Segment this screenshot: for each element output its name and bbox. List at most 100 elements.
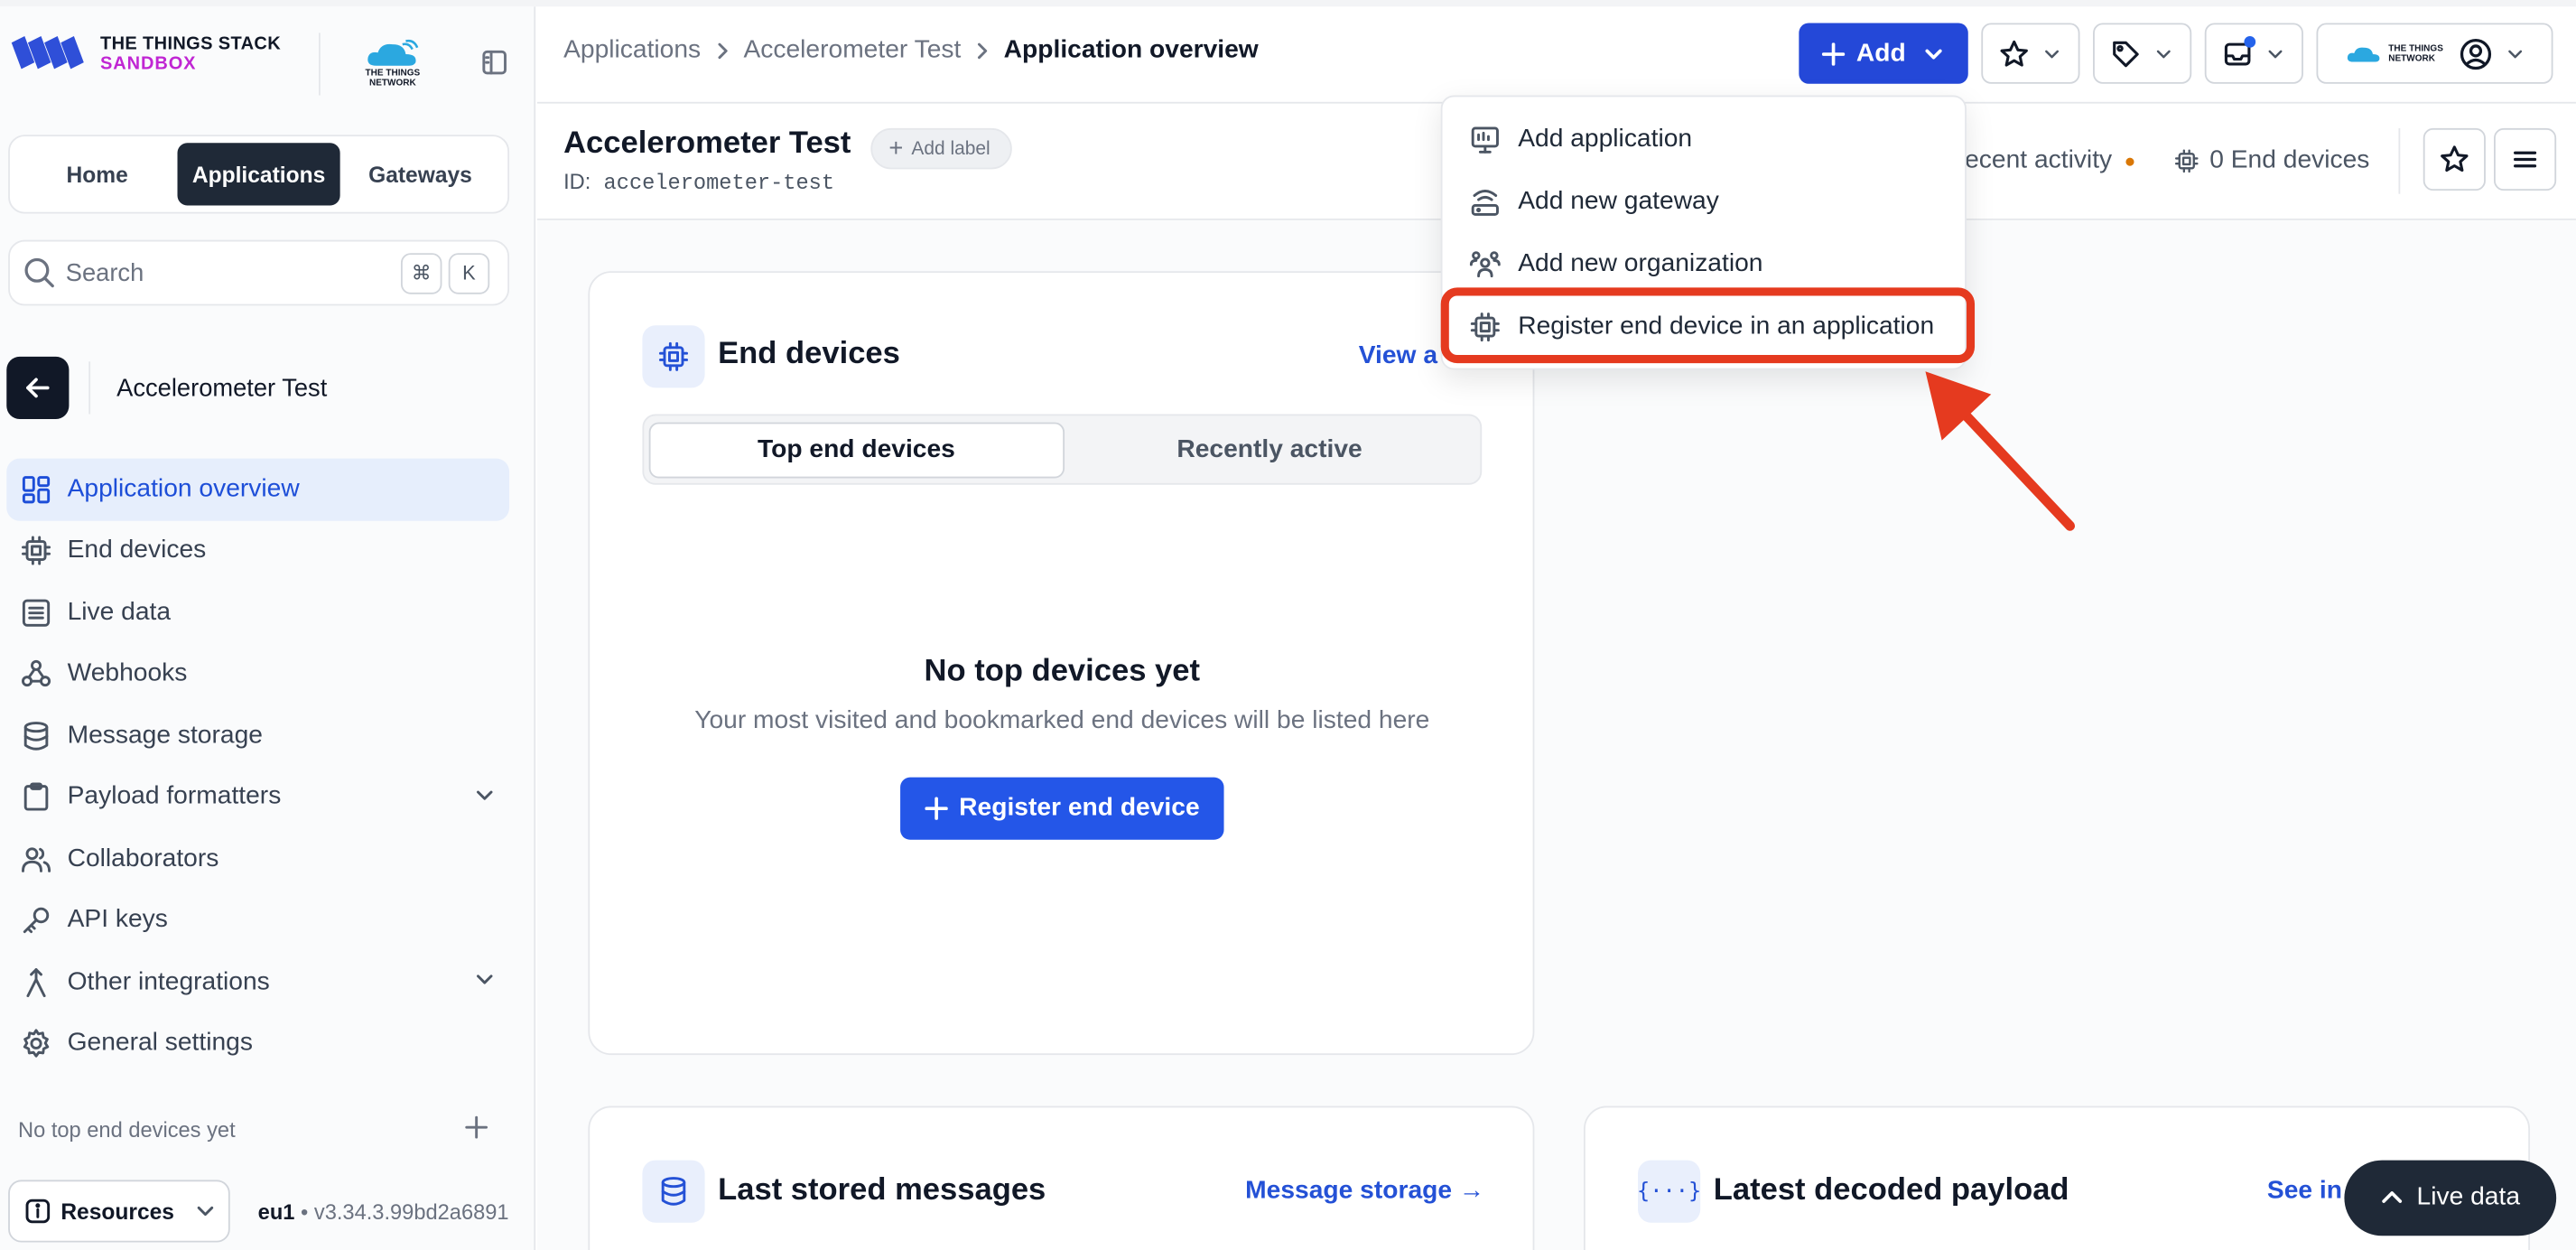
sidebar-collapse-button[interactable] bbox=[481, 50, 507, 76]
more-options-button[interactable] bbox=[2494, 127, 2557, 191]
star-icon bbox=[2000, 39, 2028, 66]
add-menu-button[interactable]: Add bbox=[1799, 23, 1968, 84]
sidebar-item-application-overview[interactable]: Application overview bbox=[6, 458, 510, 520]
tts-logo-icon bbox=[11, 36, 84, 70]
plus-icon: + bbox=[888, 135, 904, 163]
sidebar-item-label: Payload formatters bbox=[67, 782, 282, 811]
chevron-down-icon bbox=[2156, 49, 2171, 58]
tab-top-end-devices[interactable]: Top end devices bbox=[648, 421, 1065, 478]
menu-item-add-gateway[interactable]: Add new gateway bbox=[1469, 178, 1719, 228]
breadcrumb-applications[interactable]: Applications bbox=[563, 36, 701, 66]
sidebar-item-general-settings[interactable]: General settings bbox=[6, 1013, 509, 1075]
activity-status-dot bbox=[2125, 156, 2134, 165]
shortcut-k-key: K bbox=[448, 252, 490, 294]
chevron-down-icon bbox=[2268, 49, 2283, 58]
application-id: ID: accelerometer-test bbox=[563, 169, 834, 195]
ttn-mini-line1: THE THINGS bbox=[2388, 43, 2443, 54]
menu-item-add-application[interactable]: Add application bbox=[1469, 115, 1692, 164]
chevron-down-icon bbox=[477, 975, 493, 984]
sidebar-item-payload-formatters[interactable]: Payload formatters bbox=[6, 767, 509, 828]
menu-item-add-organization[interactable]: Add new organization bbox=[1469, 240, 1763, 290]
chevron-down-icon bbox=[477, 789, 493, 799]
application-menu: Application overview End devices Live da… bbox=[6, 458, 510, 1075]
live-data-toggle-button[interactable]: Live data bbox=[2344, 1160, 2557, 1236]
nav-tab-gateways[interactable]: Gateways bbox=[339, 143, 501, 205]
star-icon bbox=[2441, 145, 2469, 173]
brand-edition: SANDBOX bbox=[99, 54, 197, 74]
nav-tab-home[interactable]: Home bbox=[16, 143, 178, 205]
sidebar-item-label: End devices bbox=[67, 536, 207, 564]
sidebar-item-webhooks[interactable]: Webhooks bbox=[6, 643, 509, 704]
view-all-devices-link[interactable]: View a bbox=[1359, 341, 1437, 371]
nav-tab-applications[interactable]: Applications bbox=[178, 143, 340, 206]
chevron-down-icon bbox=[1925, 48, 1942, 59]
monitor-icon bbox=[1471, 126, 1499, 154]
ttn-mini-line2: NETWORK bbox=[2388, 53, 2435, 64]
sidebar-item-collaborators[interactable]: Collaborators bbox=[6, 828, 509, 890]
sidebar-item-message-storage[interactable]: Message storage bbox=[6, 705, 509, 767]
tag-icon bbox=[2113, 40, 2139, 67]
users-icon bbox=[22, 846, 51, 872]
chip-icon bbox=[2174, 149, 2199, 173]
sidebar-item-label: Application overview bbox=[67, 474, 300, 503]
add-button-label: Add bbox=[1855, 38, 1906, 67]
breadcrumb-chevron-icon bbox=[974, 41, 990, 61]
application-id-value: accelerometer-test bbox=[603, 171, 835, 196]
version-info: eu1 • v3.34.3.99bd2a6891 bbox=[257, 1199, 509, 1225]
plus-icon bbox=[924, 797, 948, 820]
bookmark-application-button[interactable] bbox=[2423, 127, 2486, 191]
search-box[interactable]: ⌘ K bbox=[8, 239, 510, 306]
cluster-name: eu1 bbox=[257, 1199, 295, 1225]
resources-button[interactable]: Resources bbox=[8, 1180, 230, 1243]
empty-state-description: Your most visited and bookmarked end dev… bbox=[694, 706, 1430, 735]
version-number: v3.34.3.99bd2a6891 bbox=[313, 1199, 509, 1225]
shortcut-mod-key: ⌘ bbox=[400, 252, 442, 294]
cloud-icon bbox=[367, 39, 419, 66]
add-label-button[interactable]: + Add label bbox=[870, 127, 1012, 170]
overview-icon bbox=[22, 475, 51, 503]
see-in-live-data-link[interactable]: See in bbox=[2267, 1177, 2342, 1207]
menu-item-label: Add new organization bbox=[1518, 249, 1763, 278]
plus-icon bbox=[1821, 42, 1846, 65]
user-menu-button[interactable]: THE THINGS NETWORK bbox=[2316, 23, 2553, 84]
back-button[interactable] bbox=[6, 356, 70, 419]
payload-card-title: Latest decoded payload bbox=[1713, 1173, 2069, 1208]
breadcrumb-application[interactable]: Accelerometer Test bbox=[743, 36, 961, 66]
top-border bbox=[0, 0, 2576, 7]
title-divider bbox=[2398, 127, 2401, 194]
red-arrow-annotation bbox=[1925, 371, 2076, 531]
sidebar-item-end-devices[interactable]: End devices bbox=[6, 520, 509, 582]
menu-item-label: Add application bbox=[1518, 125, 1693, 154]
labels-button[interactable] bbox=[2093, 23, 2192, 84]
ttn-logo[interactable]: THE THINGS NETWORK bbox=[361, 39, 423, 89]
sidebar-item-live-data[interactable]: Live data bbox=[6, 582, 509, 643]
recent-activity-label: ecent activity bbox=[1965, 145, 2113, 174]
end-devices-card: End devices View a Top end devices Recen… bbox=[588, 271, 1535, 1056]
hamburger-menu-icon bbox=[2514, 151, 2537, 168]
notifications-button[interactable] bbox=[2204, 23, 2303, 84]
register-end-device-button[interactable]: Register end device bbox=[900, 777, 1224, 840]
search-input[interactable] bbox=[65, 258, 395, 287]
end-devices-count[interactable]: 0 End devices bbox=[2173, 146, 2369, 176]
resources-label: Resources bbox=[60, 1199, 174, 1224]
message-storage-link[interactable]: Message storage → bbox=[1245, 1177, 1484, 1207]
cloud-icon bbox=[2347, 46, 2380, 61]
user-avatar-icon bbox=[2460, 38, 2492, 70]
sidebar: THE THINGS STACK SANDBOX THE THINGS NETW… bbox=[0, 6, 536, 1250]
brand-logo[interactable]: THE THINGS STACK SANDBOX bbox=[8, 33, 281, 75]
clipboard-icon bbox=[23, 782, 49, 812]
context-divider bbox=[88, 361, 91, 415]
tab-recently-active[interactable]: Recently active bbox=[1064, 422, 1475, 478]
sidebar-item-label: Message storage bbox=[67, 721, 263, 750]
database-icon bbox=[23, 721, 49, 751]
bookmarks-button[interactable] bbox=[1981, 23, 2080, 84]
sidebar-item-other-integrations[interactable]: Other integrations bbox=[6, 951, 509, 1012]
arrow-left-icon bbox=[26, 378, 50, 398]
end-devices-count-label: 0 End devices bbox=[2209, 145, 2370, 174]
sidebar-item-api-keys[interactable]: API keys bbox=[6, 890, 509, 951]
chevron-down-icon bbox=[2508, 49, 2523, 58]
add-top-device-button[interactable] bbox=[465, 1115, 488, 1139]
plus-icon bbox=[465, 1115, 488, 1139]
code-braces-icon: {···} bbox=[1637, 1160, 1701, 1223]
info-icon bbox=[25, 1199, 51, 1224]
